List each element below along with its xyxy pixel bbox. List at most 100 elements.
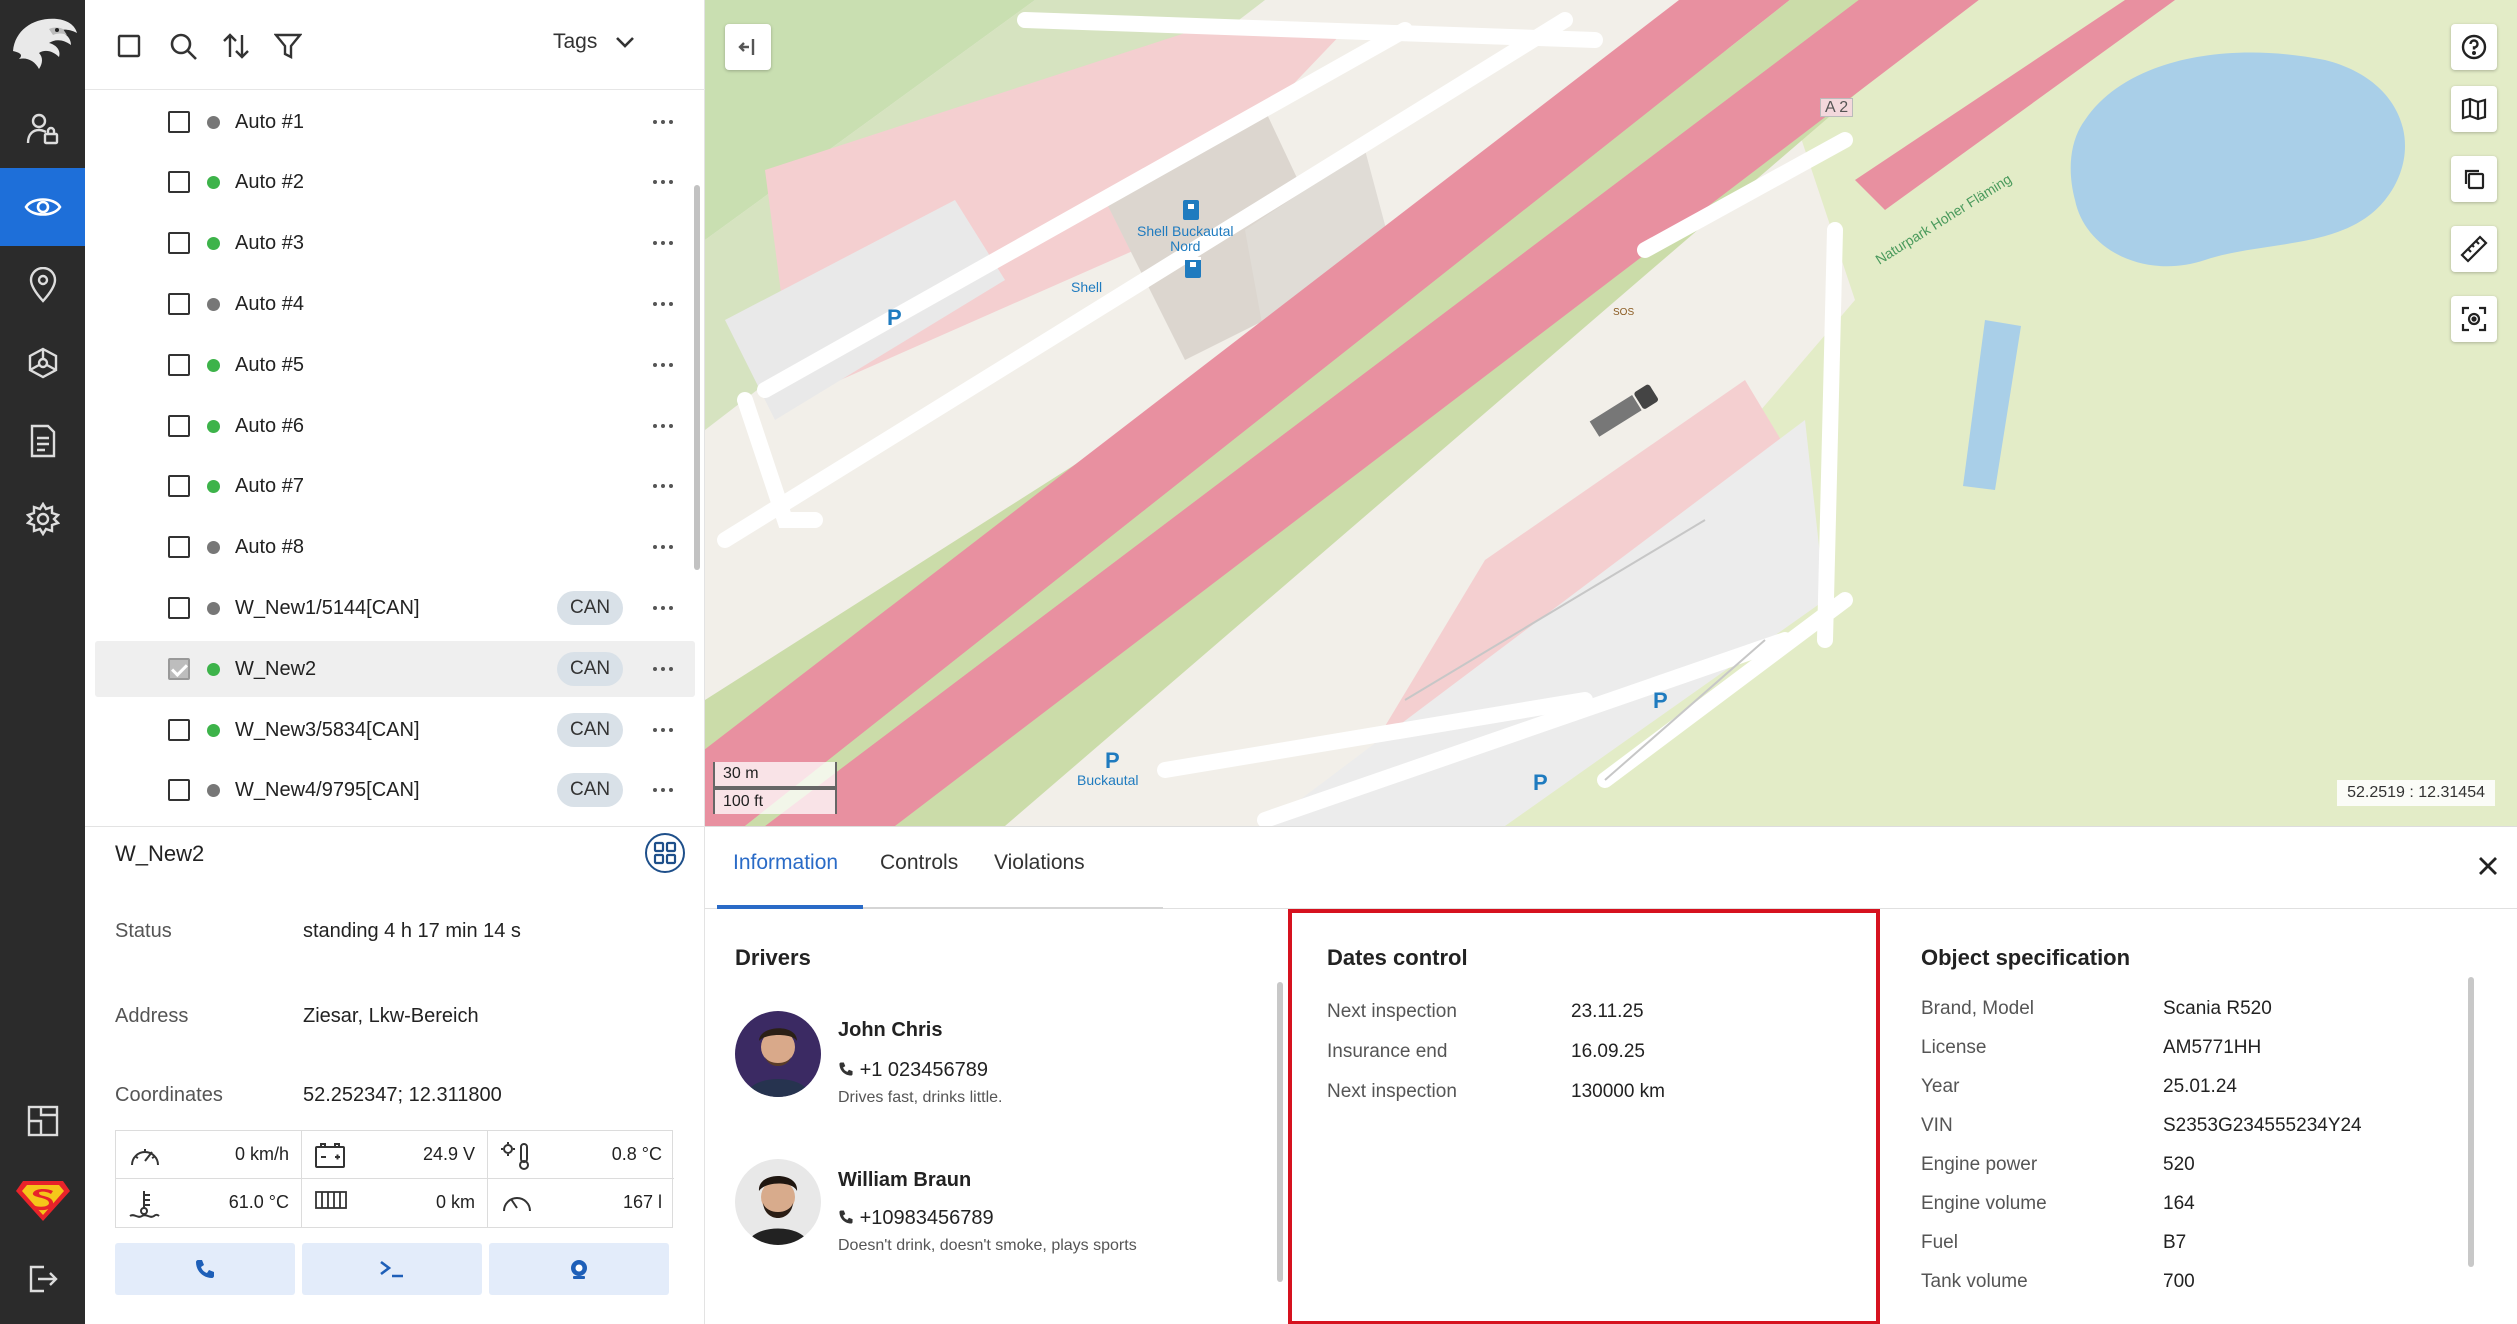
spec-value: Scania R520 [2163,998,2272,1019]
select-all-checkbox[interactable] [111,28,147,64]
search-icon[interactable] [165,28,201,64]
collapse-panel-button[interactable] [725,24,771,70]
eagle-logo-icon[interactable] [0,6,85,86]
object-name: Auto #4 [235,292,304,315]
nav-settings-gear-icon[interactable] [0,480,85,558]
list-item[interactable]: Auto #1 [95,94,695,150]
nav-layout-icon[interactable] [0,1082,85,1160]
map-label-sos: SOS [1613,307,1635,318]
object-name: W_New2 [235,657,317,680]
tab-information[interactable]: Information [733,851,838,875]
drivers-scrollbar[interactable] [1277,982,1283,1282]
tab-controls[interactable]: Controls [880,851,958,875]
mileage-value: 0 km [435,1192,475,1212]
map-view[interactable]: Shell Shell Buckautal Nord Buckautal Nat… [705,0,2517,826]
row-checkbox[interactable] [168,779,190,801]
more-options-icon[interactable] [645,476,681,496]
tab-violations[interactable]: Violations [994,851,1085,875]
list-item[interactable]: Auto #4 [95,276,695,332]
close-icon[interactable] [2477,855,2499,882]
status-dot [207,723,220,737]
row-checkbox[interactable] [168,171,190,193]
nav-drivers-icon[interactable] [0,90,85,168]
nav-geozones-pin-icon[interactable] [0,246,85,324]
object-name: Auto #6 [235,414,304,437]
map-parking-label: P [1105,748,1120,773]
more-options-icon[interactable] [645,172,681,192]
map-parking-label: P [1653,688,1668,713]
active-tab-indicator [717,905,863,909]
camera-button[interactable] [489,1243,669,1295]
object-title: W_New2 [115,841,205,866]
help-button[interactable] [2451,24,2497,70]
more-options-icon[interactable] [645,537,681,557]
row-checkbox-checked[interactable] [168,658,190,680]
ruler-button[interactable] [2451,226,2497,272]
list-scrollbar[interactable] [694,185,700,570]
more-options-icon[interactable] [645,355,681,375]
row-checkbox[interactable] [168,475,190,497]
more-options-icon[interactable] [645,720,681,740]
list-item[interactable]: W_New1/5144[CAN] CAN [95,580,695,636]
map-label-buckautal: Buckautal [1077,772,1139,788]
send-command-button[interactable] [302,1243,482,1295]
terminal-icon [380,1260,403,1278]
list-item[interactable]: Auto #7 [95,458,695,514]
row-checkbox[interactable] [168,354,190,376]
list-item[interactable]: W_New3/5834[CAN] CAN [95,702,695,758]
list-item-selected[interactable]: W_New2 CAN [95,641,695,697]
widgets-grid-button[interactable] [645,833,685,873]
info-tabs: Information Controls Violations [705,827,2517,909]
spec-value: 25.01.24 [2163,1076,2237,1097]
address-label: Address [115,1005,189,1027]
more-options-icon[interactable] [645,233,681,253]
spec-label: Engine volume [1921,1193,2047,1214]
sort-icon[interactable] [218,28,254,64]
help-icon [2461,34,2487,60]
can-badge: CAN [557,773,624,807]
row-checkbox[interactable] [168,597,190,619]
list-item[interactable]: Auto #8 [95,519,695,575]
row-checkbox[interactable] [168,719,190,741]
row-checkbox[interactable] [168,415,190,437]
driver-phone[interactable]: +1 023456789 [838,1059,988,1082]
driver-avatar[interactable] [735,1011,821,1097]
list-item[interactable]: Auto #3 [95,215,695,271]
list-item[interactable]: Auto #5 [95,337,695,393]
driver-avatar[interactable] [735,1159,821,1245]
row-checkbox[interactable] [168,232,190,254]
dates-control-title: Dates control [1327,945,1468,970]
logout-icon[interactable] [0,1240,85,1318]
row-checkbox[interactable] [168,111,190,133]
more-options-icon[interactable] [645,598,681,618]
copy-layers-button[interactable] [2451,156,2497,202]
nav-reports-document-icon[interactable] [0,402,85,480]
specification-scrollbar[interactable] [2468,977,2474,1267]
speed-value: 0 km/h [234,1144,289,1164]
locate-icon [2461,306,2487,332]
call-button[interactable] [115,1243,295,1295]
more-options-icon[interactable] [645,294,681,314]
spec-value: AM5771HH [2163,1037,2262,1058]
row-checkbox[interactable] [168,536,190,558]
more-options-icon[interactable] [645,780,681,800]
driver-phone[interactable]: +10983456789 [838,1207,994,1230]
map-layers-button[interactable] [2451,86,2497,132]
locate-object-button[interactable] [2451,296,2497,342]
row-checkbox[interactable] [168,293,190,315]
superman-avatar-icon[interactable] [0,1162,85,1240]
object-name: W_New3/5834[CAN] [235,718,420,741]
list-item[interactable]: Auto #6 [95,398,695,454]
more-options-icon[interactable] [645,112,681,132]
filter-icon[interactable] [270,28,306,64]
date-label: Insurance end [1327,1041,1448,1062]
nav-monitoring-eye-icon[interactable] [0,168,85,246]
list-item[interactable]: Auto #2 [95,154,695,210]
object-name: Auto #1 [235,110,304,133]
more-options-icon[interactable] [645,416,681,436]
list-item[interactable]: W_New4/9795[CAN] CAN [95,762,695,818]
nav-routes-icon[interactable] [0,324,85,402]
more-options-icon[interactable] [645,659,681,679]
tags-dropdown[interactable]: Tags [553,30,635,54]
status-dot [207,783,220,797]
